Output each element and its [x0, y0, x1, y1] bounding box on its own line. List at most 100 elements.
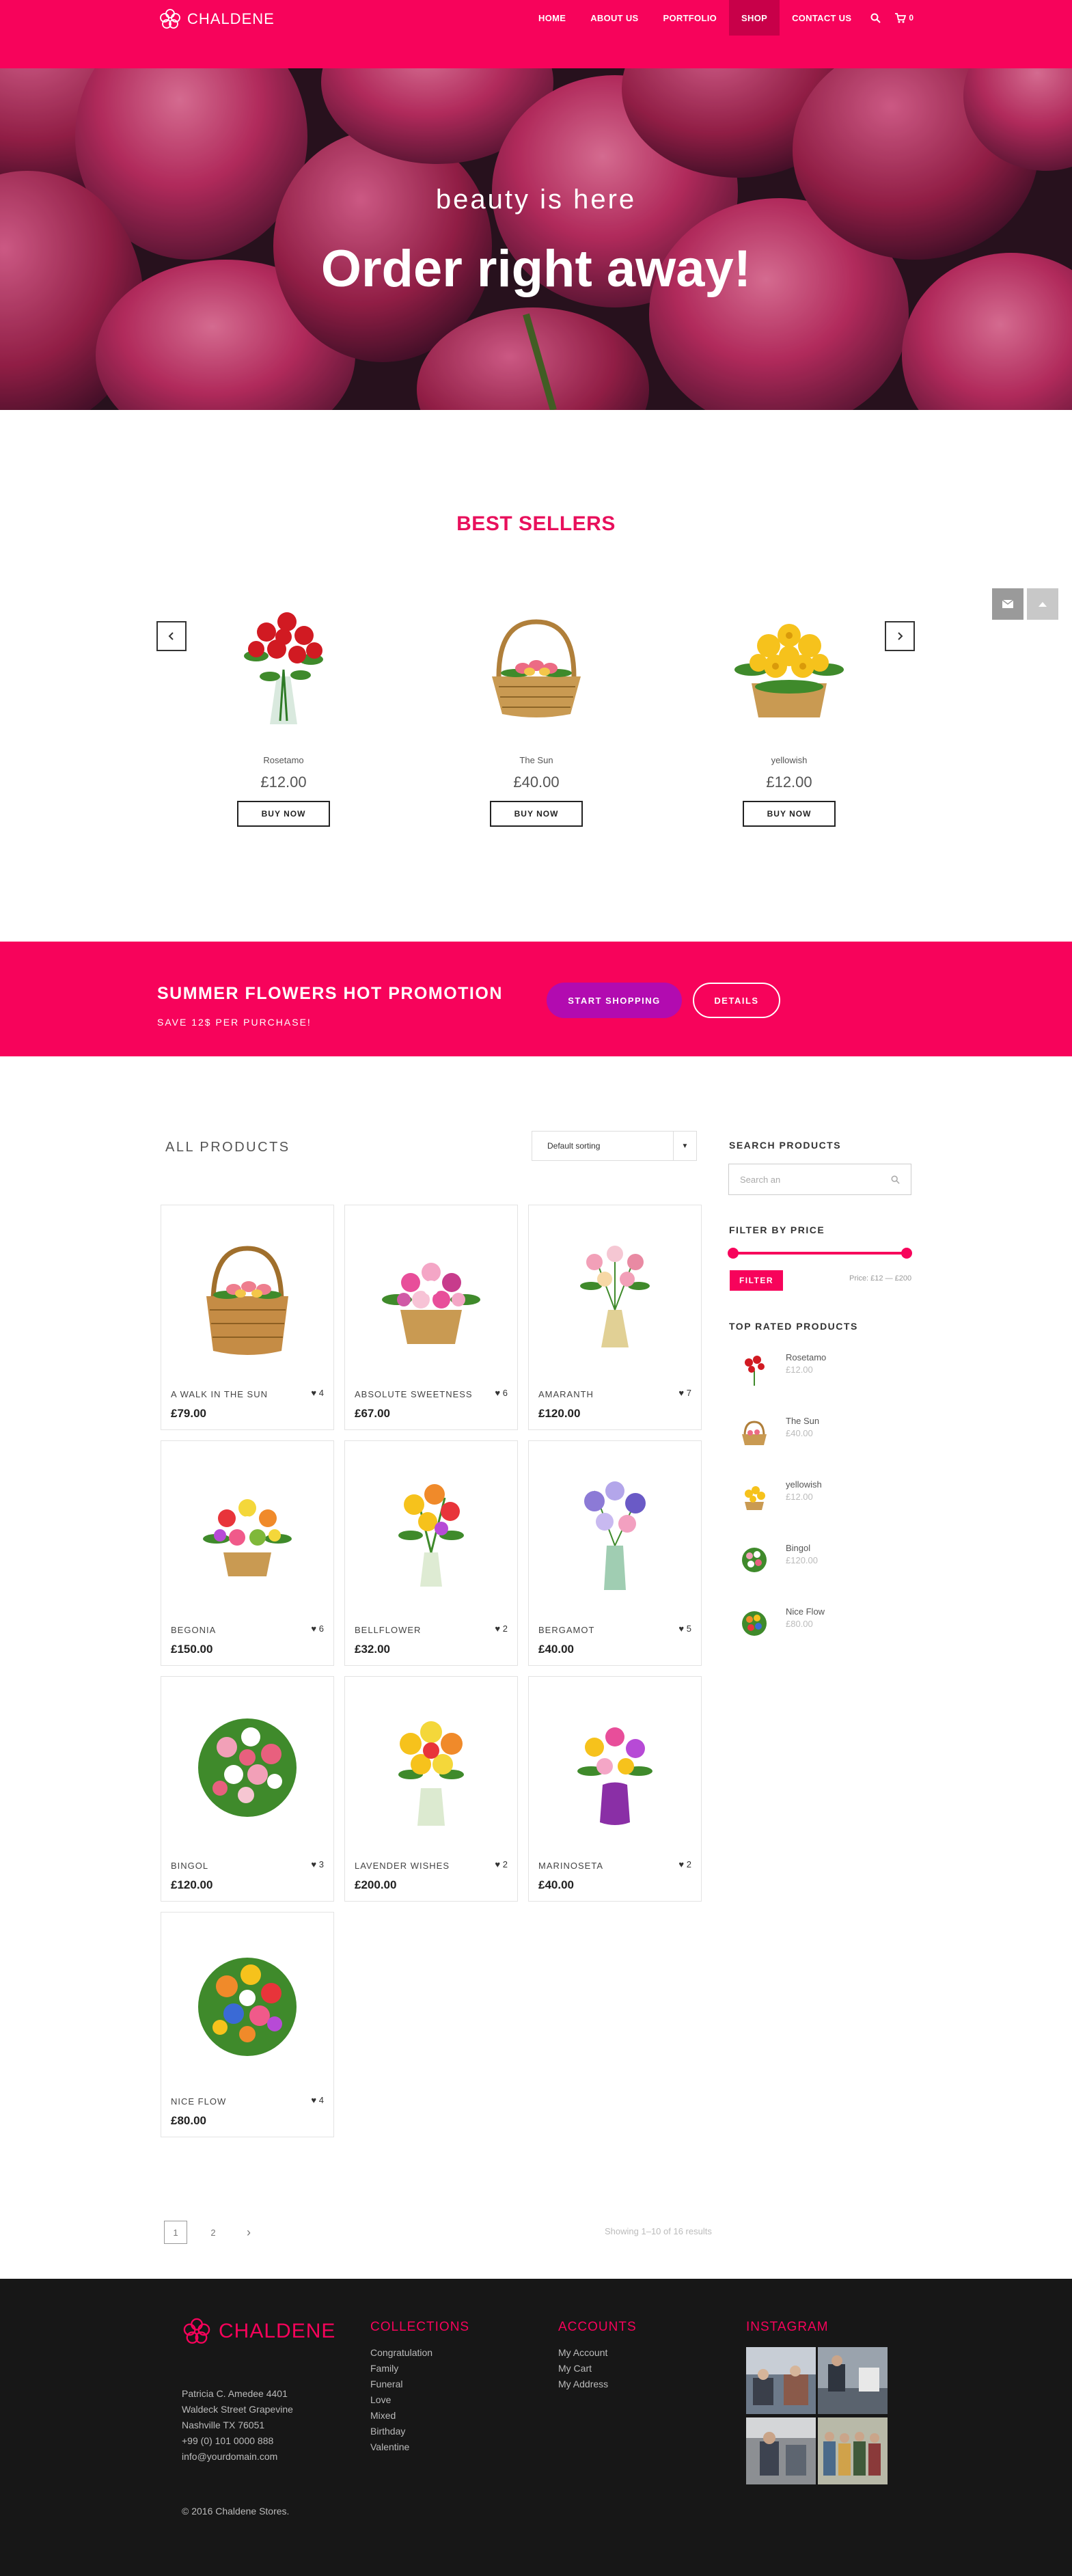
- product-card[interactable]: MARINOSETA ♥ 2 £40.00: [528, 1676, 702, 1902]
- product-image[interactable]: [161, 1684, 333, 1851]
- product-image[interactable]: [434, 584, 639, 741]
- product-image[interactable]: [161, 1212, 333, 1380]
- top-rated-item[interactable]: Bingol £120.00: [737, 1540, 914, 1581]
- like-button[interactable]: ♥ 4: [311, 2095, 324, 2105]
- product-thumbnail[interactable]: [737, 1604, 772, 1643]
- page-1-button[interactable]: 1: [164, 2221, 187, 2244]
- collection-link[interactable]: Birthday: [370, 2426, 405, 2437]
- best-seller-item[interactable]: Rosetamo £12.00 BUY NOW: [181, 584, 386, 827]
- nav-portfolio[interactable]: PORTFOLIO: [651, 0, 730, 36]
- instagram-photo[interactable]: [746, 2347, 816, 2414]
- collection-link[interactable]: Valentine: [370, 2441, 409, 2452]
- buy-now-button[interactable]: BUY NOW: [490, 801, 583, 827]
- product-card[interactable]: LAVENDER WISHES ♥ 2 £200.00: [344, 1676, 518, 1902]
- search-icon[interactable]: [864, 0, 888, 36]
- nav-contact-us[interactable]: CONTACT US: [780, 0, 864, 36]
- scroll-top-button[interactable]: [1027, 588, 1058, 620]
- collection-link[interactable]: Family: [370, 2363, 398, 2374]
- product-image[interactable]: [345, 1684, 517, 1851]
- product-image[interactable]: [529, 1448, 701, 1615]
- product-thumbnail[interactable]: [737, 1413, 772, 1453]
- footer-logo[interactable]: CHALDENE: [182, 2316, 335, 2346]
- like-button[interactable]: ♥ 2: [495, 1623, 508, 1634]
- start-shopping-button[interactable]: START SHOPPING: [547, 983, 682, 1018]
- product-name[interactable]: AMARANTH: [538, 1389, 594, 1399]
- top-rated-item[interactable]: Nice Flow £80.00: [737, 1604, 914, 1645]
- instagram-photo[interactable]: [818, 2417, 888, 2484]
- like-button[interactable]: ♥ 5: [678, 1623, 691, 1634]
- product-name[interactable]: Rosetamo: [786, 1352, 826, 1362]
- like-button[interactable]: ♥ 4: [311, 1388, 324, 1398]
- cart-button[interactable]: 0: [888, 0, 920, 36]
- next-page-button[interactable]: ›: [237, 2221, 260, 2244]
- product-name[interactable]: MARINOSETA: [538, 1861, 603, 1871]
- product-name[interactable]: BELLFLOWER: [355, 1625, 421, 1635]
- instagram-photo[interactable]: [746, 2417, 816, 2484]
- nav-shop[interactable]: SHOP: [729, 0, 780, 36]
- product-image[interactable]: [161, 1919, 333, 2087]
- like-button[interactable]: ♥ 3: [311, 1859, 324, 1869]
- nav-about-us[interactable]: ABOUT US: [578, 0, 650, 36]
- account-link[interactable]: My Account: [558, 2347, 607, 2358]
- product-image[interactable]: [529, 1684, 701, 1851]
- account-link[interactable]: My Cart: [558, 2363, 592, 2374]
- brand-logo[interactable]: CHALDENE: [159, 7, 275, 31]
- top-rated-item[interactable]: The Sun £40.00: [737, 1413, 914, 1454]
- product-name[interactable]: BINGOL: [171, 1861, 208, 1871]
- product-name[interactable]: Bingol: [786, 1543, 810, 1553]
- product-name[interactable]: The Sun: [786, 1416, 819, 1426]
- nav-home[interactable]: HOME: [526, 0, 578, 36]
- product-name[interactable]: The Sun: [434, 755, 639, 765]
- account-link[interactable]: My Address: [558, 2379, 608, 2389]
- product-image[interactable]: [161, 1448, 333, 1615]
- best-seller-item[interactable]: yellowish £12.00 BUY NOW: [687, 584, 892, 827]
- product-image[interactable]: [345, 1212, 517, 1380]
- sort-select[interactable]: Default sorting ▼: [532, 1131, 697, 1161]
- filter-button[interactable]: FILTER: [730, 1270, 783, 1291]
- details-button[interactable]: DETAILS: [693, 983, 780, 1018]
- email-link[interactable]: info@yourdomain.com: [182, 2451, 277, 2462]
- product-card[interactable]: BELLFLOWER ♥ 2 £32.00: [344, 1440, 518, 1666]
- product-name[interactable]: A WALK IN THE SUN: [171, 1389, 268, 1399]
- product-card[interactable]: BERGAMOT ♥ 5 £40.00: [528, 1440, 702, 1666]
- product-thumbnail[interactable]: [737, 1540, 772, 1580]
- product-search-input[interactable]: Search an: [728, 1164, 911, 1195]
- product-name[interactable]: NICE FLOW: [171, 2096, 226, 2107]
- like-button[interactable]: ♥ 6: [311, 1623, 324, 1634]
- product-thumbnail[interactable]: [737, 1477, 772, 1516]
- product-card[interactable]: NICE FLOW ♥ 4 £80.00: [161, 1912, 334, 2137]
- product-name[interactable]: Nice Flow: [786, 1606, 825, 1617]
- search-icon[interactable]: [891, 1175, 900, 1184]
- like-button[interactable]: ♥ 2: [495, 1859, 508, 1869]
- like-button[interactable]: ♥ 2: [678, 1859, 691, 1869]
- product-thumbnail[interactable]: [737, 1349, 772, 1389]
- collection-link[interactable]: Mixed: [370, 2410, 396, 2421]
- product-image[interactable]: [345, 1448, 517, 1615]
- buy-now-button[interactable]: BUY NOW: [237, 801, 330, 827]
- product-card[interactable]: ABSOLUTE SWEETNESS ♥ 6 £67.00: [344, 1205, 518, 1430]
- collection-link[interactable]: Love: [370, 2394, 391, 2405]
- price-slider-min-handle[interactable]: [728, 1248, 739, 1259]
- product-name[interactable]: LAVENDER WISHES: [355, 1861, 450, 1871]
- product-card[interactable]: BINGOL ♥ 3 £120.00: [161, 1676, 334, 1902]
- collection-link[interactable]: Congratulation: [370, 2347, 432, 2358]
- product-name[interactable]: yellowish: [687, 755, 892, 765]
- product-image[interactable]: [181, 584, 386, 741]
- product-name[interactable]: ABSOLUTE SWEETNESS: [355, 1389, 473, 1399]
- best-seller-item[interactable]: The Sun £40.00 BUY NOW: [434, 584, 639, 827]
- product-name[interactable]: Rosetamo: [181, 755, 386, 765]
- price-slider-max-handle[interactable]: [901, 1248, 912, 1259]
- product-card[interactable]: AMARANTH ♥ 7 £120.00: [528, 1205, 702, 1430]
- like-button[interactable]: ♥ 6: [495, 1388, 508, 1398]
- product-image[interactable]: [687, 584, 892, 741]
- mail-button[interactable]: [992, 588, 1023, 620]
- top-rated-item[interactable]: yellowish £12.00: [737, 1477, 914, 1518]
- product-name[interactable]: yellowish: [786, 1479, 822, 1490]
- product-name[interactable]: BERGAMOT: [538, 1625, 594, 1635]
- product-image[interactable]: [529, 1212, 701, 1380]
- top-rated-item[interactable]: Rosetamo £12.00: [737, 1349, 914, 1390]
- collection-link[interactable]: Funeral: [370, 2379, 402, 2389]
- instagram-photo[interactable]: [818, 2347, 888, 2414]
- page-2-button[interactable]: 2: [202, 2221, 225, 2244]
- product-card[interactable]: A WALK IN THE SUN ♥ 4 £79.00: [161, 1205, 334, 1430]
